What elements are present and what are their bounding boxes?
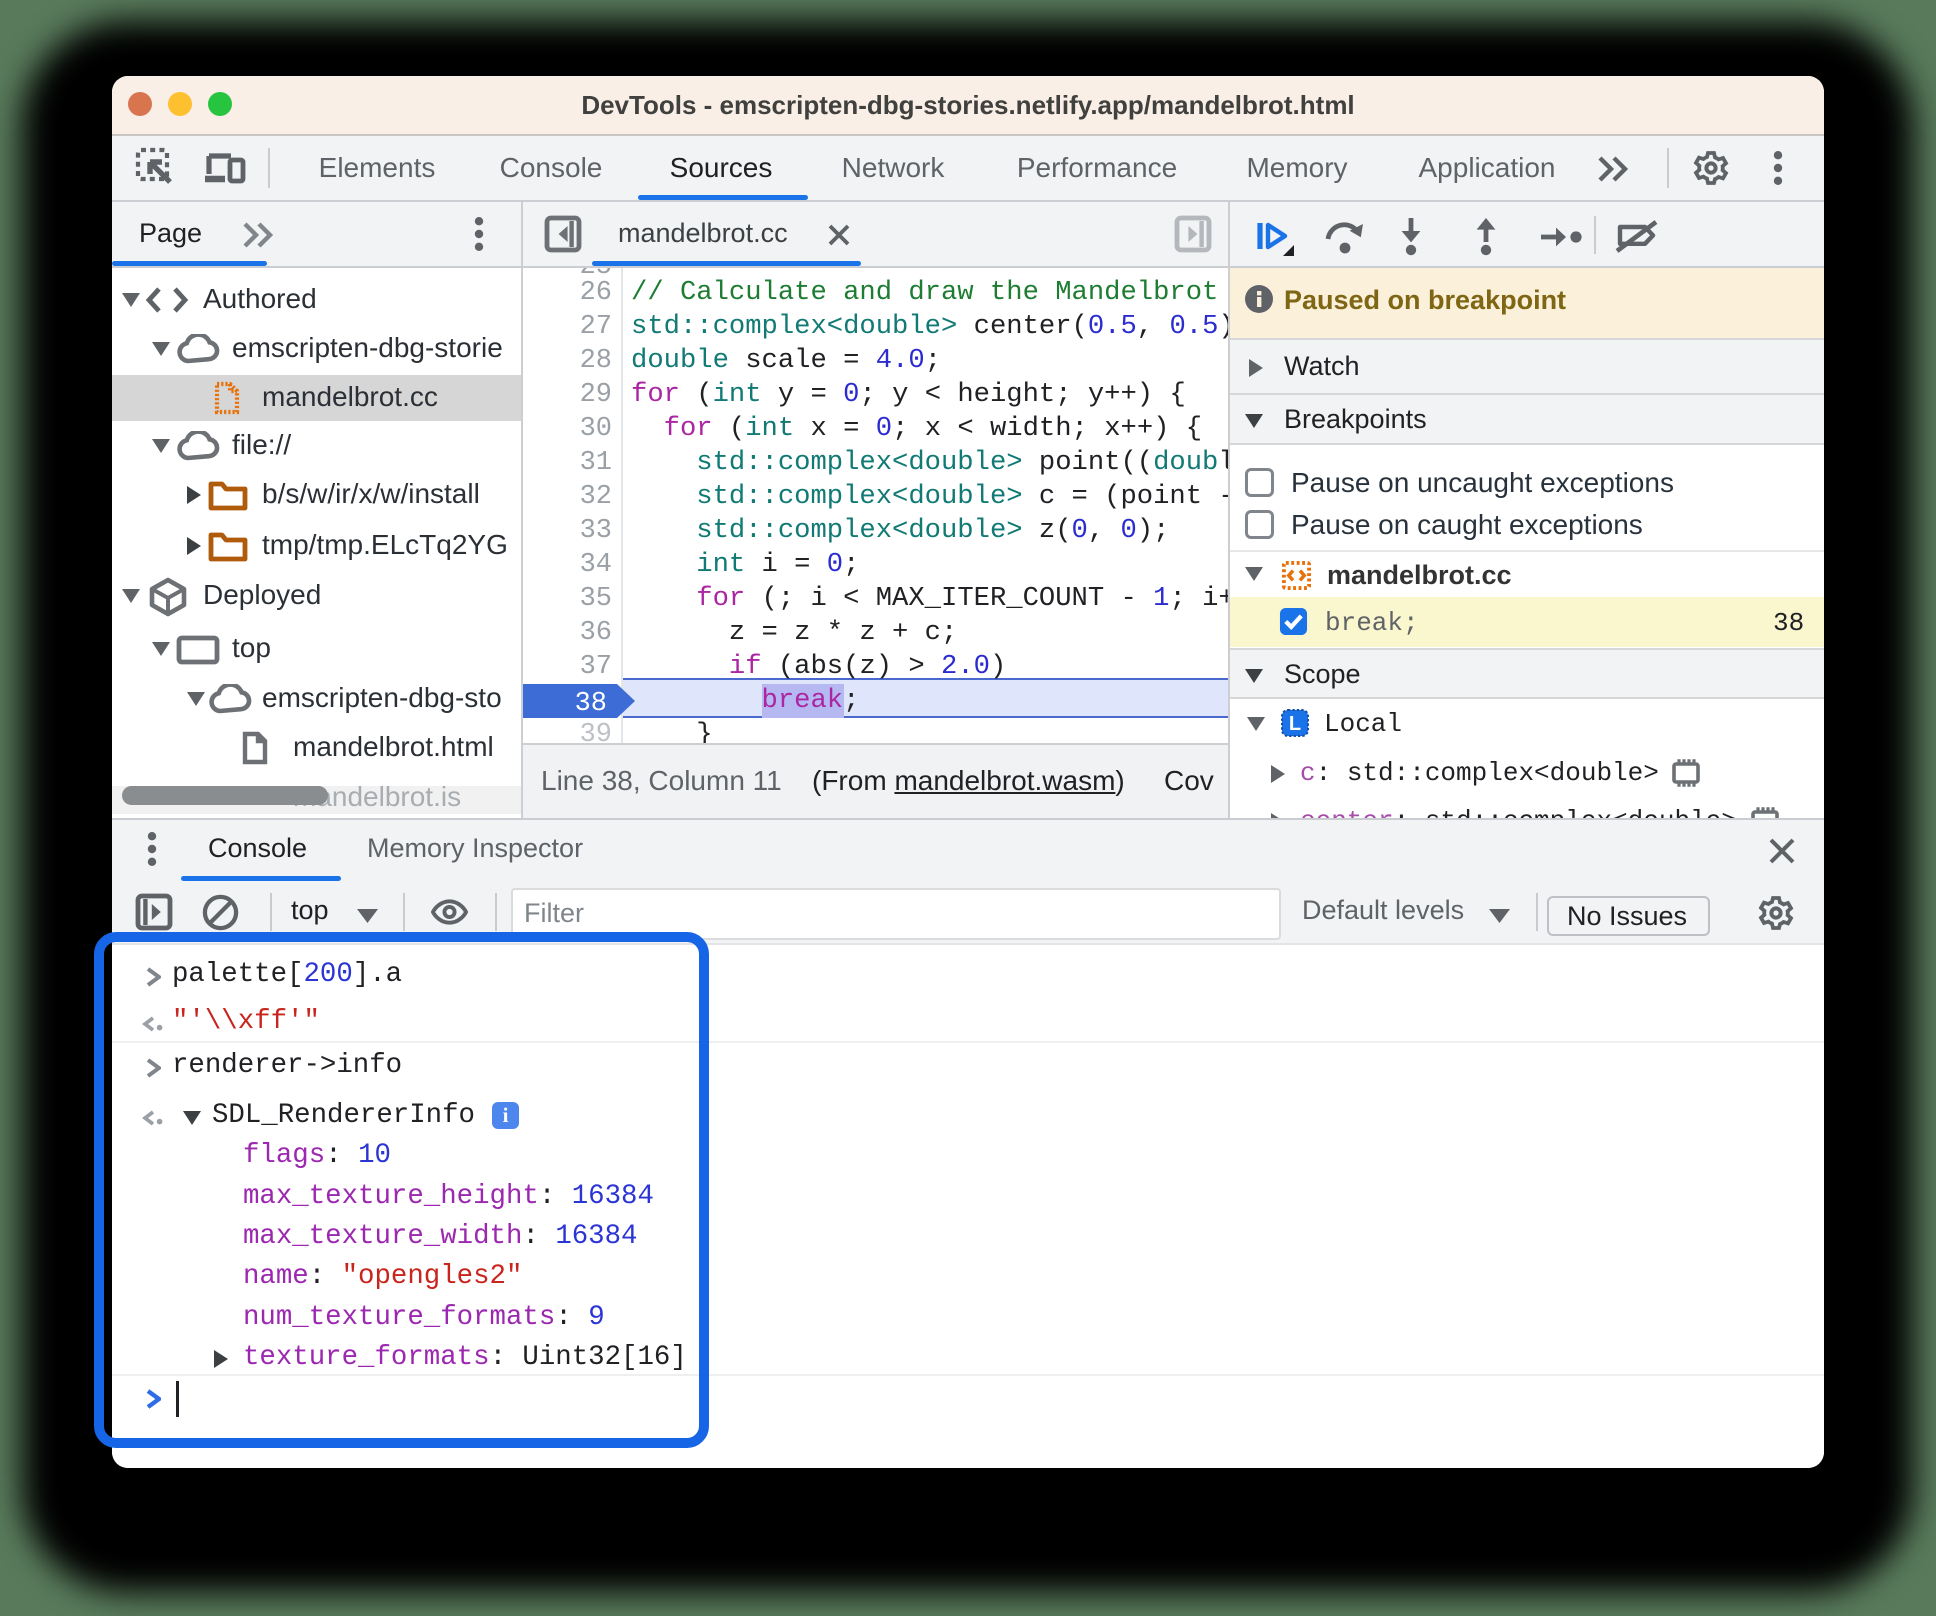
svg-text:38: 38	[575, 689, 607, 718]
svg-text:L: L	[1289, 713, 1301, 735]
